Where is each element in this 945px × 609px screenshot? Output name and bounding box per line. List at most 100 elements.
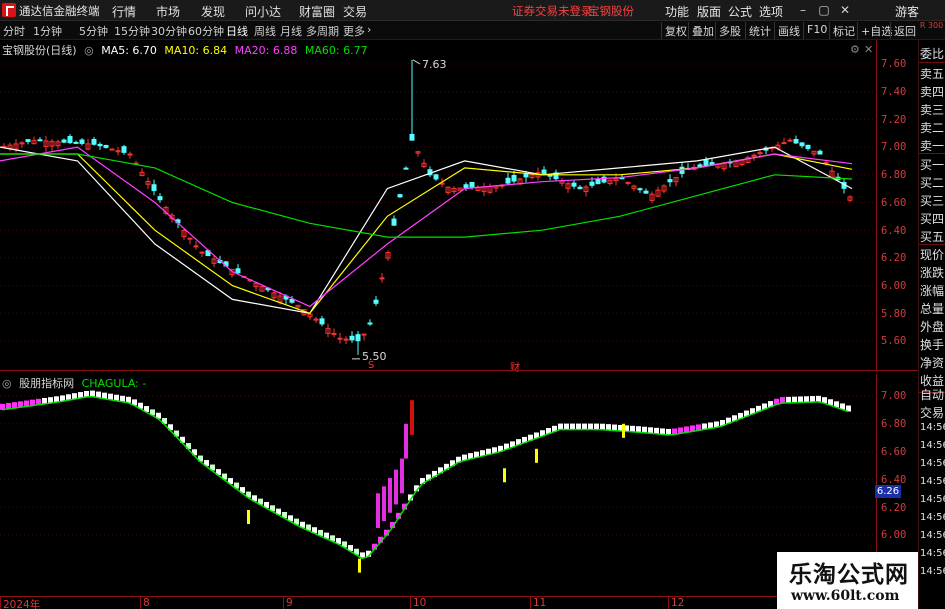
menu-wealth[interactable]: 财富圈 xyxy=(299,3,335,20)
period-weekly[interactable]: 周线 xyxy=(254,23,276,39)
menu-ask[interactable]: 问小达 xyxy=(245,3,281,20)
candle-up xyxy=(781,142,787,145)
close-panel-icon[interactable]: ✕ xyxy=(864,43,873,56)
side-item-netasset[interactable]: 净资 xyxy=(920,354,945,371)
period-timeshare[interactable]: 分时 xyxy=(3,23,25,39)
date-tick xyxy=(283,597,284,609)
side-item-volume[interactable]: 总量 xyxy=(920,300,945,317)
signal-tick xyxy=(622,423,625,438)
candle-up xyxy=(361,333,367,336)
indicator-mark xyxy=(798,396,803,403)
candle-down xyxy=(799,142,805,147)
date-label: 8 xyxy=(143,597,150,609)
date-tick xyxy=(668,597,669,609)
menu-layout[interactable]: 版面 xyxy=(697,3,721,20)
ma5-label: MA5: 6.70 xyxy=(101,44,157,57)
indicator-mark xyxy=(594,423,599,430)
maximize-icon[interactable]: ▢ xyxy=(816,2,832,18)
draw-button[interactable]: 画线 xyxy=(774,22,803,39)
close-icon[interactable]: ✕ xyxy=(837,2,853,18)
current-value-tag: 6.26 xyxy=(875,485,901,498)
indicator-mark xyxy=(606,424,611,431)
candle-down xyxy=(121,146,127,153)
candle-down xyxy=(37,139,43,142)
candle-down xyxy=(589,181,595,186)
period-60min[interactable]: 60分钟 xyxy=(188,23,224,39)
candle-down xyxy=(157,196,163,201)
candle-down xyxy=(505,177,511,184)
ma60-label: MA60: 6.77 xyxy=(304,44,368,57)
chevron-right-icon[interactable]: › xyxy=(367,23,371,36)
indicator-chart[interactable]: ◎ 股朋指标网 CHAGULA: - xyxy=(0,374,876,596)
side-item-price[interactable]: 现价 xyxy=(920,246,945,263)
menu-quotes[interactable]: 行情 xyxy=(112,3,136,20)
legend-toggle-icon[interactable]: ◎ xyxy=(84,44,94,57)
main-kline-chart[interactable]: 宝钢股份(日线) ◎ MA5: 6.70 MA10: 6.84 MA20: 6.… xyxy=(0,40,876,374)
overlay-button[interactable]: 叠加 xyxy=(688,22,717,39)
side-item-sell1[interactable]: 卖一 xyxy=(920,137,945,154)
stats-button[interactable]: 统计 xyxy=(745,22,774,39)
indicator-mark xyxy=(90,390,95,397)
candle-down xyxy=(667,179,673,183)
minimize-icon[interactable]: – xyxy=(795,2,811,18)
period-30min[interactable]: 30分钟 xyxy=(151,23,187,39)
period-more[interactable]: 更多 xyxy=(343,23,365,39)
side-item-trade[interactable]: 交易 xyxy=(920,404,945,421)
side-item-auto[interactable]: 自动 xyxy=(920,386,945,403)
side-item-outer[interactable]: 外盘 xyxy=(920,318,945,335)
axis-tick: 6.60 xyxy=(881,446,907,458)
candle-down xyxy=(391,218,397,226)
side-time: 14:56 xyxy=(920,530,945,541)
menu-discover[interactable]: 发现 xyxy=(201,3,225,20)
period-daily[interactable]: 日线 xyxy=(226,23,248,39)
period-monthly[interactable]: 月线 xyxy=(280,23,302,39)
candle-down xyxy=(793,138,799,144)
menu-formula[interactable]: 公式 xyxy=(728,3,752,20)
zoom-label[interactable]: R 300 xyxy=(918,21,945,40)
side-item-buy2[interactable]: 买二 xyxy=(920,174,945,191)
axis-tick: 7.00 xyxy=(881,390,907,402)
multi-stock-button[interactable]: 多股 xyxy=(715,22,744,39)
side-item-buy5[interactable]: 买五 xyxy=(920,228,945,245)
settings-gear-icon[interactable]: ⚙ xyxy=(850,43,860,56)
side-item-pct[interactable]: 涨幅 xyxy=(920,282,945,299)
indicator-mark xyxy=(630,425,635,432)
side-item-sell5[interactable]: 卖五 xyxy=(920,65,945,82)
side-item-turnover[interactable]: 换手 xyxy=(920,336,945,353)
axis-tick: 6.80 xyxy=(881,169,907,181)
axis-tick: 6.60 xyxy=(881,197,907,209)
mark-button[interactable]: 标记 xyxy=(829,22,858,39)
ma10-label: MA10: 6.84 xyxy=(164,44,228,57)
side-item-buy3[interactable]: 买三 xyxy=(920,192,945,209)
menu-trade[interactable]: 交易 xyxy=(343,3,367,20)
signal-bar xyxy=(376,493,380,529)
side-item-sell2[interactable]: 卖二 xyxy=(920,119,945,136)
menu-function[interactable]: 功能 xyxy=(665,3,689,20)
adjust-button[interactable]: 复权 xyxy=(661,22,690,39)
menu-options[interactable]: 选项 xyxy=(759,3,783,20)
side-item-sell3[interactable]: 卖三 xyxy=(920,101,945,118)
period-1min[interactable]: 1分钟 xyxy=(33,23,62,39)
side-item-sell4[interactable]: 卖四 xyxy=(920,83,945,100)
f10-button[interactable]: F10 xyxy=(803,22,830,39)
period-multi[interactable]: 多周期 xyxy=(306,23,339,39)
side-item-weibi[interactable]: 委比 xyxy=(920,45,945,62)
stock-name: 宝钢股份 xyxy=(588,4,634,18)
guest-label[interactable]: 游客 xyxy=(895,3,919,20)
site-watermark: 乐淘公式网 www.60lt.com xyxy=(777,552,918,609)
period-5min[interactable]: 5分钟 xyxy=(79,23,108,39)
back-button[interactable]: 返回 xyxy=(890,22,919,39)
date-label: 2024年 xyxy=(3,599,41,609)
side-time: 14:56 xyxy=(920,494,945,505)
side-item-buy4[interactable]: 买四 xyxy=(920,210,945,227)
period-15min[interactable]: 15分钟 xyxy=(114,23,150,39)
menu-market[interactable]: 市场 xyxy=(156,3,180,20)
candle-down xyxy=(523,173,529,178)
candle-up xyxy=(199,251,205,254)
candle-up xyxy=(127,153,133,156)
side-item-change[interactable]: 涨跌 xyxy=(920,264,945,281)
side-item-buy1[interactable]: 买一 xyxy=(920,156,945,173)
indicator-toggle-icon[interactable]: ◎ xyxy=(2,377,12,390)
login-notice[interactable]: 证券交易未登录 xyxy=(512,3,593,19)
indicator-mark xyxy=(786,396,791,403)
